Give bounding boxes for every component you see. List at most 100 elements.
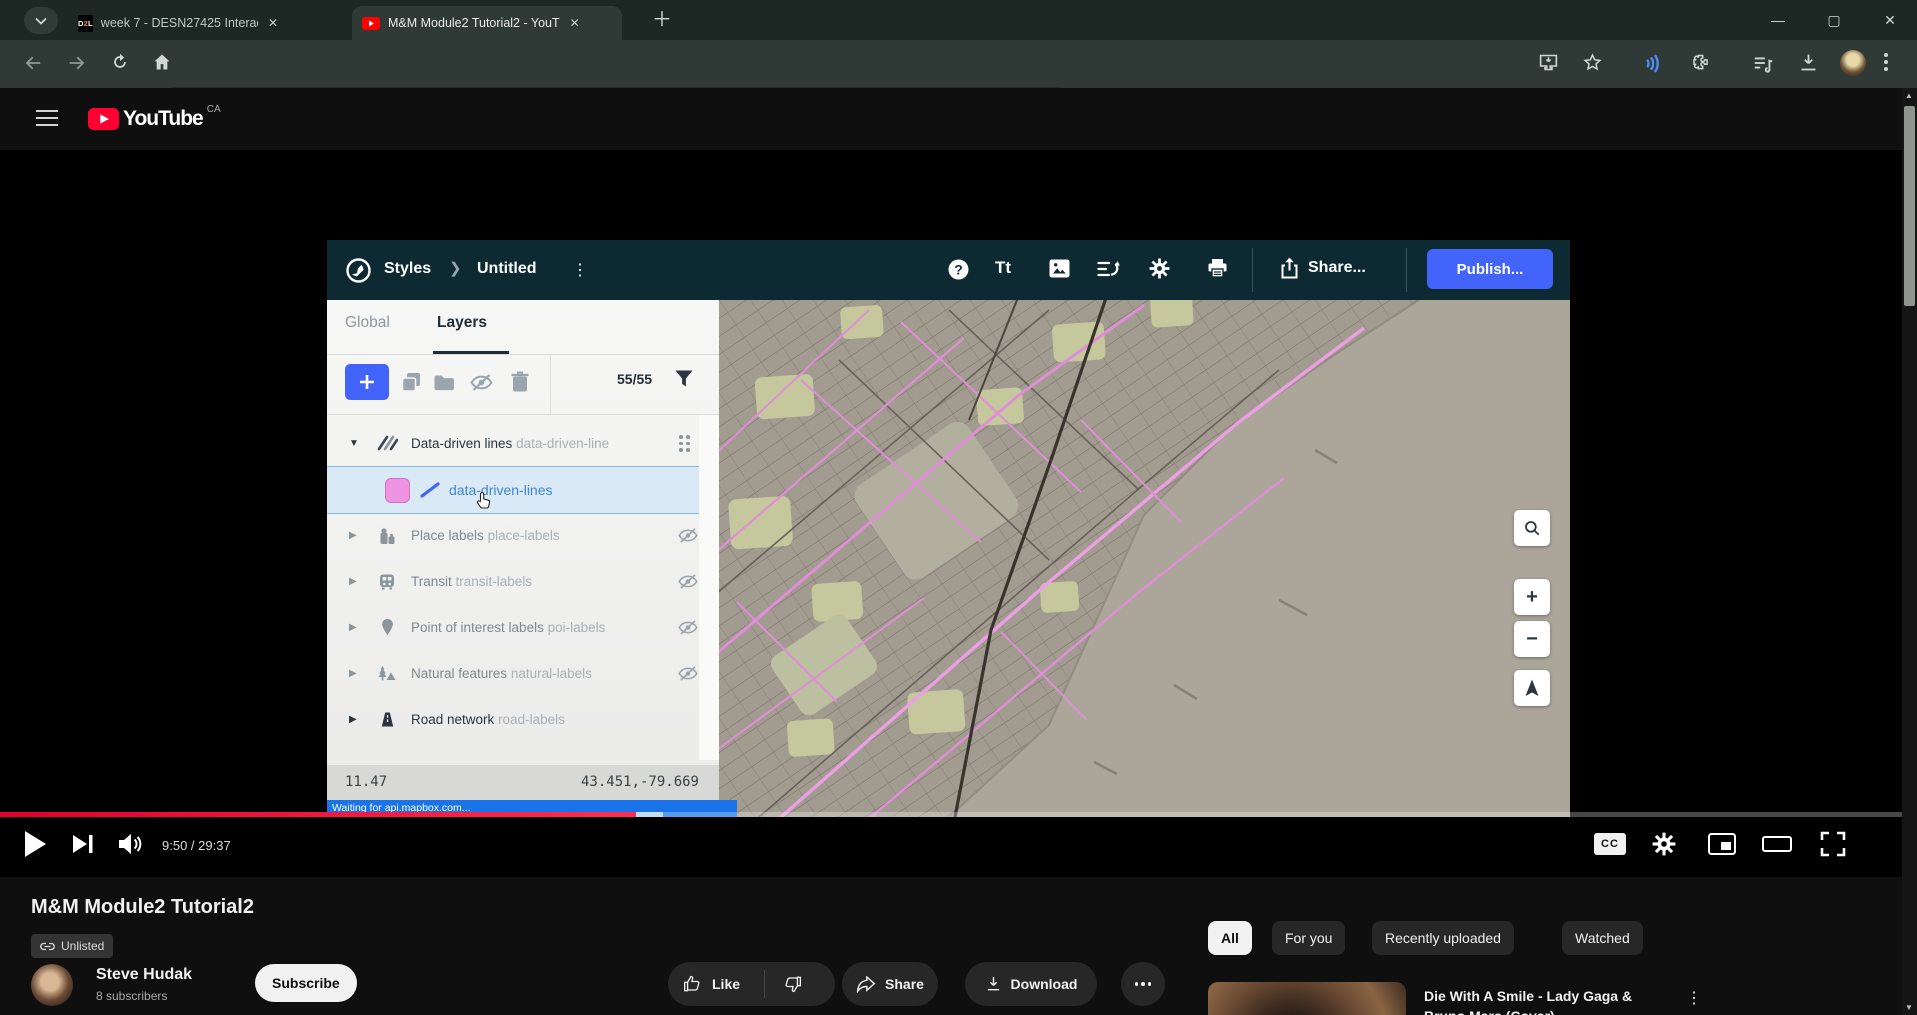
panel-scroll-gutter[interactable] xyxy=(699,415,719,760)
layer-row-poi-labels[interactable]: ▶Point of interest labels poi-labels xyxy=(327,604,719,650)
visibility-off-icon[interactable] xyxy=(677,527,699,544)
settings-gear-icon[interactable] xyxy=(1149,258,1170,279)
channel-avatar[interactable] xyxy=(31,964,73,1006)
forward-icon[interactable] xyxy=(66,52,88,74)
window-minimize-button[interactable]: — xyxy=(1750,12,1806,28)
chip-watched[interactable]: Watched xyxy=(1562,921,1643,955)
chip-all[interactable]: All xyxy=(1208,921,1252,955)
breadcrumb-styles[interactable]: Styles xyxy=(384,260,431,278)
bookmark-star-icon[interactable] xyxy=(1582,52,1603,73)
drag-handle-icon[interactable] xyxy=(679,435,690,452)
downloads-icon[interactable] xyxy=(1798,52,1819,73)
window-close-button[interactable]: ✕ xyxy=(1862,12,1917,29)
filter-funnel-icon[interactable] xyxy=(674,369,694,389)
video-player[interactable]: Styles ❯ Untitled ⋮ ? Tt Share. xyxy=(0,150,1917,877)
back-icon[interactable] xyxy=(22,52,44,74)
duplicate-layer-icon[interactable] xyxy=(401,372,422,393)
captions-button[interactable]: CC xyxy=(1594,833,1626,855)
tab-close-icon[interactable]: ✕ xyxy=(268,16,278,30)
share-label[interactable]: Share... xyxy=(1308,259,1366,277)
expand-triangle-icon[interactable]: ▶ xyxy=(349,668,357,679)
layer-row-data-driven-line[interactable]: ▼Data-driven lines data-driven-line xyxy=(327,420,719,466)
share-icon[interactable] xyxy=(1280,257,1299,280)
next-video-button[interactable] xyxy=(72,833,94,855)
map-search-button[interactable] xyxy=(1514,510,1550,546)
expand-triangle-icon[interactable]: ▶ xyxy=(349,622,357,633)
volume-icon[interactable] xyxy=(118,832,144,856)
suggested-video-thumbnail[interactable] xyxy=(1208,982,1406,1015)
expand-triangle-icon[interactable]: ▶ xyxy=(349,576,357,587)
visibility-off-icon[interactable] xyxy=(677,573,699,590)
extensions-icon[interactable] xyxy=(1690,52,1711,73)
layer-color-swatch[interactable] xyxy=(385,478,410,503)
publish-button[interactable]: Publish... xyxy=(1427,249,1553,289)
map-canvas[interactable] xyxy=(719,300,1570,817)
tab-search-button[interactable] xyxy=(24,7,58,34)
install-app-icon[interactable] xyxy=(1538,52,1559,73)
new-tab-button[interactable]: ＋ xyxy=(652,8,672,32)
layer-row-data-driven-lines[interactable]: data-driven-lines xyxy=(327,466,719,514)
scrollbar-thumb[interactable] xyxy=(1904,106,1915,306)
map-zoom-in-button[interactable]: + xyxy=(1514,579,1550,615)
suggested-video-title[interactable]: Die With A Smile - Lady Gaga & Bruno Mar… xyxy=(1424,986,1674,1015)
collapse-triangle-icon[interactable]: ▼ xyxy=(349,438,359,449)
print-icon[interactable] xyxy=(1207,258,1228,279)
play-button[interactable] xyxy=(24,831,46,857)
chip-for-you[interactable]: For you xyxy=(1272,921,1345,955)
subscribe-button[interactable]: Subscribe xyxy=(255,964,357,1002)
mapbox-logo[interactable] xyxy=(345,257,372,284)
tab-close-icon[interactable]: ✕ xyxy=(570,16,580,30)
channel-name[interactable]: Steve Hudak xyxy=(96,966,192,984)
add-layer-button[interactable] xyxy=(345,364,389,400)
group-folder-icon[interactable] xyxy=(433,373,456,392)
browser-tab-youtube-active[interactable]: M&M Module2 Tutorial2 - YouT ✕ xyxy=(352,6,622,40)
reload-icon[interactable] xyxy=(110,52,130,72)
visibility-off-icon[interactable] xyxy=(677,665,699,682)
debug-panel-icon[interactable] xyxy=(1097,260,1121,278)
toggle-visibility-icon[interactable] xyxy=(469,373,494,392)
player-settings-icon[interactable] xyxy=(1652,832,1676,856)
breadcrumb-style-name[interactable]: Untitled xyxy=(477,260,537,278)
hamburger-menu-icon[interactable] xyxy=(36,109,58,127)
layer-row-place-labels[interactable]: ▶Place labels place-labels xyxy=(327,512,719,558)
expand-triangle-icon[interactable]: ▶ xyxy=(349,530,357,541)
theater-mode-button[interactable] xyxy=(1762,836,1792,852)
browser-menu-icon[interactable] xyxy=(1884,50,1888,71)
fonts-icon[interactable]: Tt xyxy=(995,258,1011,278)
tab-layers[interactable]: Layers xyxy=(437,314,487,332)
dislike-icon[interactable] xyxy=(782,974,802,994)
like-label[interactable]: Like xyxy=(712,976,740,992)
images-icon[interactable] xyxy=(1049,259,1070,278)
layer-name[interactable]: data-driven-lines xyxy=(449,482,553,498)
layer-row-transit-labels[interactable]: ▶Transit transit-labels xyxy=(327,558,719,604)
more-actions-button[interactable] xyxy=(1121,962,1165,1006)
like-icon[interactable] xyxy=(683,974,703,994)
chip-recently-uploaded[interactable]: Recently uploaded xyxy=(1372,921,1514,955)
map-zoom-out-button[interactable]: − xyxy=(1514,621,1550,657)
miniplayer-button[interactable] xyxy=(1708,833,1736,855)
tab-global[interactable]: Global xyxy=(345,314,390,332)
fullscreen-button[interactable] xyxy=(1820,831,1846,857)
style-menu-icon[interactable]: ⋮ xyxy=(572,260,588,280)
home-icon[interactable] xyxy=(152,52,172,72)
layer-row-road-labels[interactable]: ▶Road network road-labels xyxy=(327,696,719,742)
browser-tab-d2l[interactable]: D2L week 7 - DESN27425 Interaction ✕ xyxy=(68,6,288,40)
expand-triangle-icon[interactable]: ▶ xyxy=(349,714,357,725)
scroll-up-arrow[interactable]: ▲ xyxy=(1905,91,1913,100)
visibility-off-icon[interactable] xyxy=(677,619,699,636)
youtube-logo[interactable]: YouTube CA xyxy=(88,107,221,131)
delete-layer-icon[interactable] xyxy=(511,371,529,392)
share-button[interactable]: Share xyxy=(842,962,938,1006)
media-controls-icon[interactable] xyxy=(1752,52,1774,74)
browser-profile-avatar[interactable] xyxy=(1840,50,1866,76)
page-scrollbar[interactable]: ▲ ▼ xyxy=(1902,88,1917,1015)
link-icon xyxy=(40,942,55,951)
download-button[interactable]: Download xyxy=(965,962,1097,1006)
scroll-down-arrow[interactable]: ▼ xyxy=(1905,1003,1913,1012)
tab-audio-icon[interactable] xyxy=(1642,52,1665,75)
layer-row-natural-labels[interactable]: ▶Natural features natural-labels xyxy=(327,650,719,696)
window-maximize-button[interactable]: ▢ xyxy=(1806,12,1862,29)
map-compass-button[interactable] xyxy=(1514,670,1550,706)
help-icon[interactable]: ? xyxy=(947,258,970,281)
suggested-video-menu-icon[interactable]: ⋮ xyxy=(1686,988,1702,1008)
